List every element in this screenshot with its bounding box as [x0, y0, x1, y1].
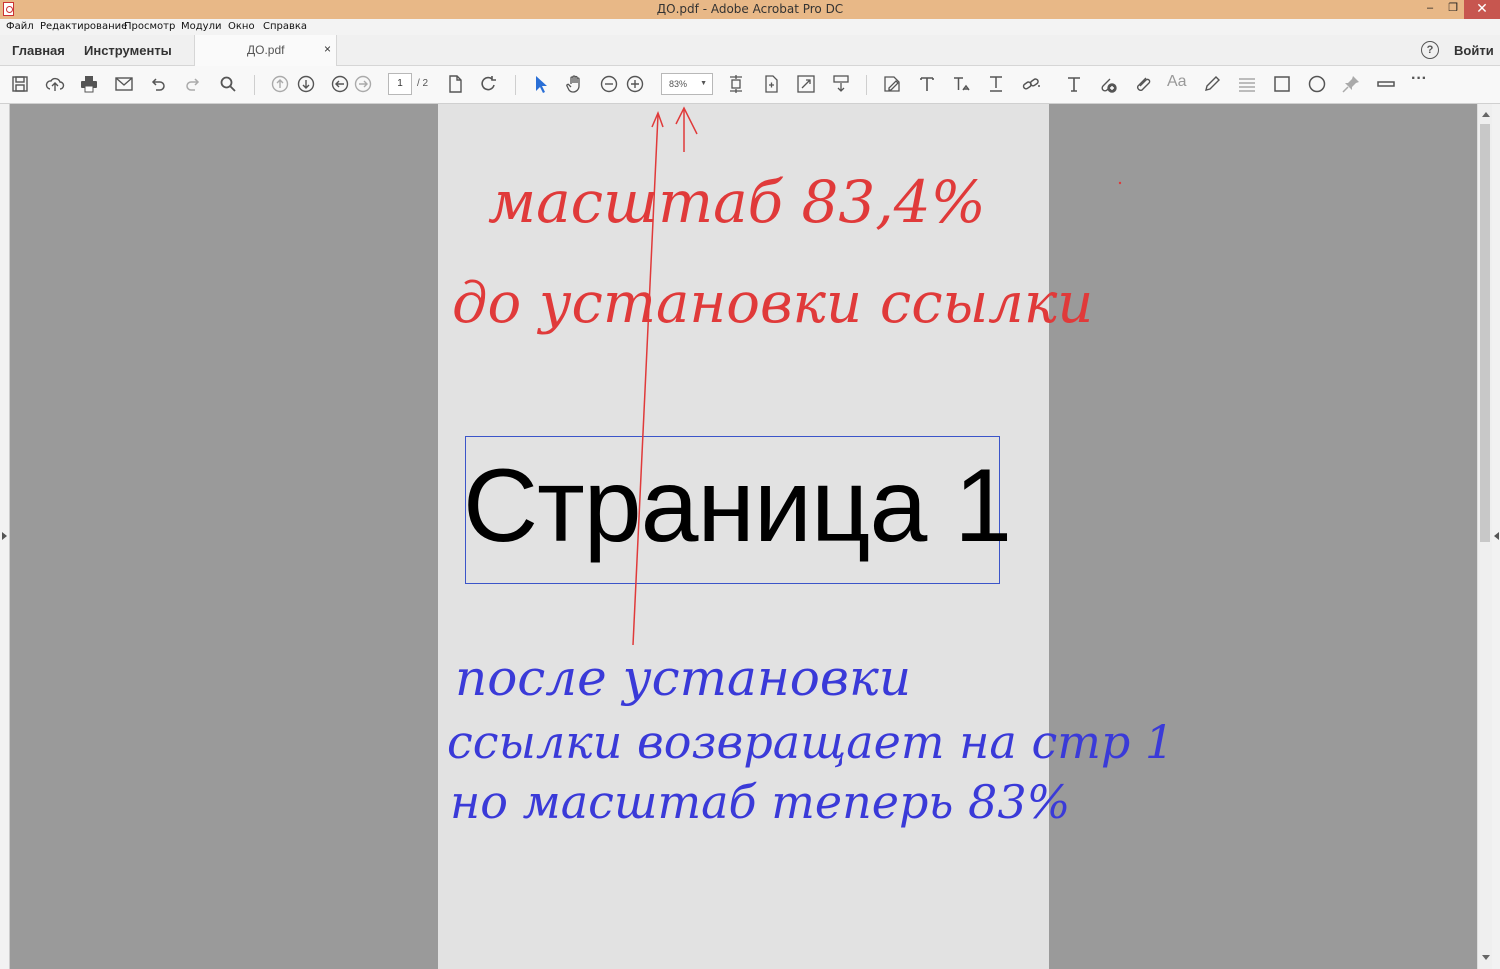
text-underline-icon[interactable] — [986, 74, 1006, 94]
page-fit-icon[interactable] — [445, 74, 465, 94]
previous-page-icon[interactable] — [270, 74, 290, 94]
attach-file-icon[interactable] — [1133, 74, 1153, 94]
menu-plugins[interactable]: Модули — [181, 21, 221, 32]
chevron-down-icon: ▼ — [700, 80, 707, 87]
scroll-thumb[interactable] — [1480, 124, 1490, 542]
email-icon[interactable] — [114, 74, 134, 94]
fit-width-icon[interactable] — [761, 74, 781, 94]
close-tab-icon[interactable]: × — [324, 42, 331, 56]
window-title: ДО.pdf - Adobe Acrobat Pro DC — [656, 2, 844, 16]
rectangle-icon[interactable] — [1272, 74, 1292, 94]
link-icon[interactable] — [1021, 74, 1041, 94]
add-text-icon[interactable] — [917, 74, 937, 94]
left-panel-toggle[interactable] — [0, 104, 10, 969]
edit-pdf-icon[interactable] — [882, 74, 902, 94]
previous-view-icon[interactable] — [330, 74, 350, 94]
expand-right-icon — [1494, 532, 1499, 540]
pin-icon[interactable] — [1341, 74, 1361, 94]
oval-icon[interactable] — [1307, 74, 1327, 94]
restore-button[interactable]: ❐ — [1441, 0, 1465, 19]
zoom-value: 83% — [669, 79, 688, 89]
menu-file[interactable]: Файл — [6, 21, 34, 32]
font-size-icon[interactable]: Aa — [1167, 73, 1187, 93]
tab-document[interactable]: ДО.pdf × — [194, 35, 337, 66]
help-icon[interactable]: ? — [1421, 41, 1439, 59]
zoom-in-icon[interactable] — [625, 74, 645, 94]
menu-view[interactable]: Просмотр — [124, 21, 175, 32]
page-total: / 2 — [417, 78, 429, 89]
hand-tool-icon[interactable] — [565, 74, 585, 94]
next-page-icon[interactable] — [296, 74, 316, 94]
red-dot — [1118, 181, 1122, 185]
menu-window[interactable]: Окно — [228, 21, 255, 32]
menu-bar: Файл Редактирование Просмотр Модули Окно… — [0, 19, 1500, 35]
close-window-button[interactable]: ✕ — [1464, 0, 1500, 19]
pencil-icon[interactable] — [1202, 74, 1222, 94]
redo-icon[interactable] — [183, 74, 203, 94]
text-replace-icon[interactable] — [951, 74, 971, 94]
print-icon[interactable] — [79, 74, 99, 94]
toolbar-separator — [866, 75, 867, 95]
sign-in-link[interactable]: Войти — [1454, 43, 1494, 58]
fit-page-icon[interactable] — [726, 74, 746, 94]
upload-cloud-icon[interactable] — [45, 74, 65, 94]
full-screen-icon[interactable] — [796, 74, 816, 94]
save-icon[interactable] — [10, 74, 30, 94]
tab-bar: Главная Инструменты ДО.pdf × ? Войти — [0, 35, 1500, 66]
text-box-icon[interactable] — [1064, 74, 1084, 94]
add-attachment-icon[interactable] — [1098, 74, 1118, 94]
next-view-icon[interactable] — [353, 74, 373, 94]
menu-help[interactable]: Справка — [263, 21, 307, 32]
title-bar: ДО.pdf - Adobe Acrobat Pro DC – ❐ ✕ — [0, 0, 1500, 19]
toolbar-separator — [515, 75, 516, 95]
menu-edit[interactable]: Редактирование — [40, 21, 127, 32]
toolbar-separator — [254, 75, 255, 95]
eraser-lines-icon[interactable] — [1237, 74, 1257, 94]
scroll-mode-icon[interactable] — [831, 74, 851, 94]
search-icon[interactable] — [218, 74, 238, 94]
zoom-select[interactable]: 83% ▼ — [661, 73, 713, 95]
tab-tools[interactable]: Инструменты — [84, 43, 172, 58]
scroll-up-icon[interactable] — [1482, 112, 1490, 117]
more-tools-icon[interactable]: ··· — [1411, 70, 1431, 90]
select-cursor-icon[interactable] — [531, 74, 551, 94]
vertical-scrollbar[interactable] — [1477, 104, 1493, 969]
undo-icon[interactable] — [148, 74, 168, 94]
right-panel-toggle[interactable] — [1492, 104, 1500, 969]
scroll-down-icon[interactable] — [1482, 955, 1490, 960]
tab-home[interactable]: Главная — [12, 43, 65, 58]
minimize-button[interactable]: – — [1418, 0, 1442, 19]
page-heading: Страница 1 — [463, 448, 1012, 564]
page-number-input[interactable]: 1 — [388, 73, 412, 95]
main-toolbar: 1 / 2 83% ▼ Aa ··· — [0, 66, 1500, 104]
zoom-out-icon[interactable] — [599, 74, 619, 94]
expand-left-icon — [2, 532, 7, 540]
line-tool-icon[interactable] — [1376, 74, 1396, 94]
document-tab-label: ДО.pdf — [247, 43, 285, 57]
rotate-icon[interactable] — [479, 74, 499, 94]
